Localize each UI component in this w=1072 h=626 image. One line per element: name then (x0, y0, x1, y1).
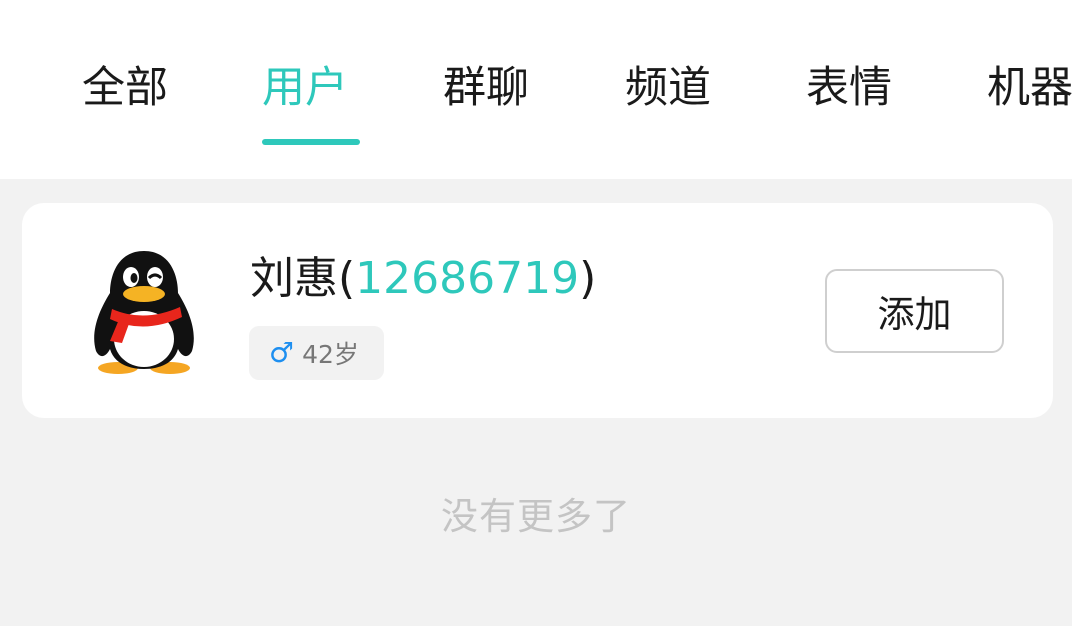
active-tab-indicator (262, 139, 360, 145)
tab-users[interactable]: 用户 (262, 60, 348, 120)
paren-close: ) (579, 253, 597, 304)
qq-penguin-icon[interactable] (88, 247, 200, 377)
user-name: 刘惠 (250, 253, 338, 304)
paren-open: ( (338, 253, 356, 304)
tab-bots[interactable]: 机器 (987, 60, 1072, 120)
qq-number: 12686719 (355, 253, 580, 304)
tab-channels[interactable]: 频道 (625, 60, 711, 120)
tab-stickers[interactable]: 表情 (806, 60, 892, 120)
add-friend-button[interactable]: 添加 (825, 269, 1004, 353)
tab-all[interactable]: 全部 (82, 60, 168, 120)
tab-groups[interactable]: 群聊 (443, 60, 529, 120)
user-result-card[interactable]: 刘惠(12686719) ♂ 42岁 添加 (22, 203, 1053, 418)
tab-bar: 全部 用户 群聊 频道 表情 机器 (0, 0, 1072, 179)
age-label: 42岁 (302, 340, 359, 369)
male-gender-icon: ♂ (269, 336, 295, 369)
no-more-results-text: 没有更多了 (441, 495, 631, 538)
gender-age-badge: ♂ 42岁 (249, 326, 384, 380)
user-name-line: 刘惠(12686719) (250, 251, 596, 307)
